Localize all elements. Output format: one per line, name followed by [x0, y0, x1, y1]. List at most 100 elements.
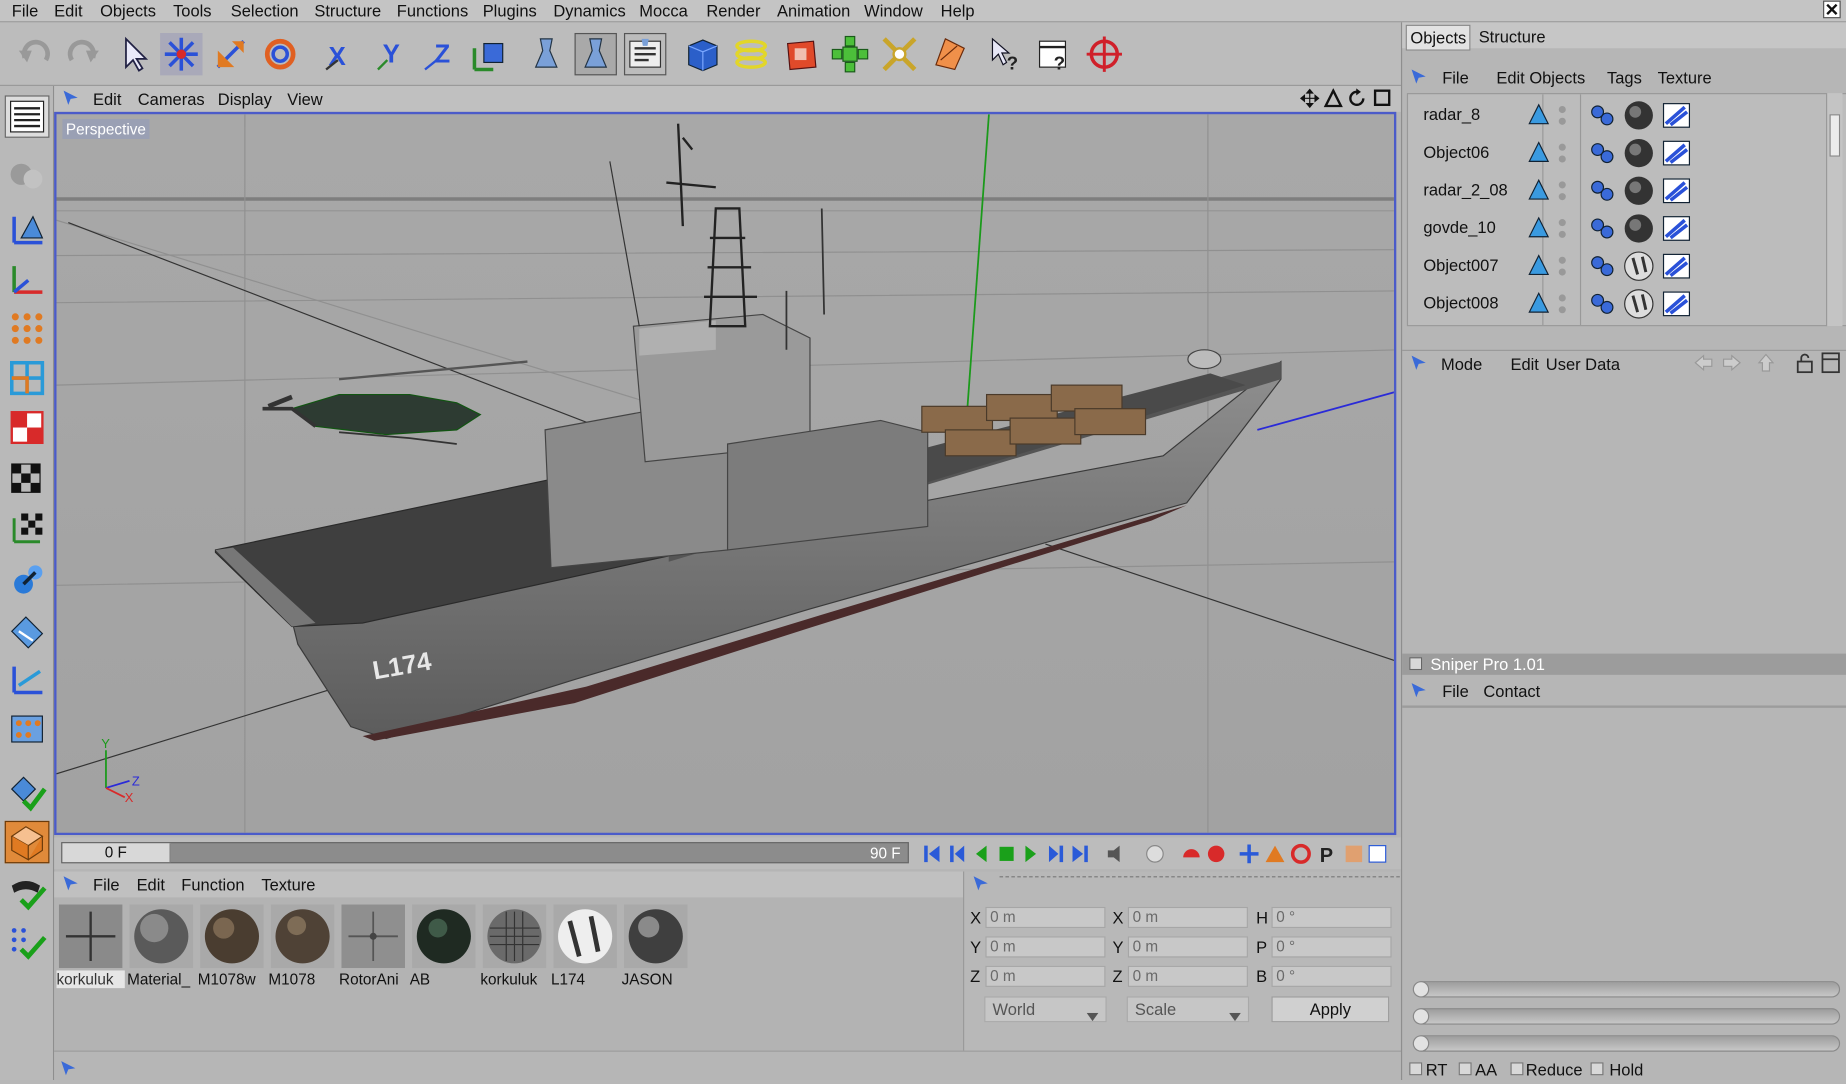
viewport-menu-edit[interactable]: Edit [93, 90, 121, 109]
edit-render-icon[interactable] [4, 820, 50, 864]
axis-tool-icon[interactable] [5, 258, 50, 300]
material-item[interactable]: AB [410, 902, 478, 988]
tab-objects[interactable]: Objects [1405, 24, 1471, 51]
object-row[interactable]: govde_10 [1412, 211, 1836, 246]
render-active-icon[interactable] [574, 32, 617, 76]
rt-checkbox[interactable] [1409, 1062, 1423, 1076]
phong-tag-icon[interactable] [1588, 178, 1616, 210]
material-item[interactable]: RotorAni [339, 902, 407, 988]
object-row[interactable]: Object06 [1412, 135, 1836, 170]
timeline-track[interactable]: 0 F 90 F [61, 842, 909, 864]
environment-icon[interactable] [928, 33, 970, 75]
go-start-icon[interactable] [924, 845, 940, 863]
aa-checkbox[interactable] [1458, 1062, 1472, 1076]
new-panel-icon[interactable] [1821, 352, 1840, 377]
object-name[interactable]: radar_2_08 [1423, 180, 1507, 199]
phong-tag-icon[interactable] [1588, 102, 1616, 134]
texture-tag-icon[interactable] [1661, 175, 1692, 212]
attributes-menu-edit[interactable]: Edit [1510, 355, 1538, 374]
phong-tag-icon[interactable] [1588, 216, 1616, 248]
array-icon[interactable] [829, 33, 871, 75]
visibility-dots-icon[interactable] [1558, 105, 1567, 132]
slider-knob[interactable] [1412, 981, 1430, 998]
record-icon[interactable] [1146, 845, 1164, 863]
viewport-menu-cameras[interactable]: Cameras [138, 90, 205, 109]
joint-tool-icon[interactable] [5, 559, 50, 601]
plugin-pin-icon[interactable] [1409, 681, 1428, 703]
menu-animation[interactable]: Animation [777, 1, 850, 20]
plugin-menu-file[interactable]: File [1442, 682, 1469, 701]
visibility-dots-icon[interactable] [1558, 256, 1567, 283]
viewport-pin-icon[interactable] [61, 88, 80, 110]
plugin-checkbox[interactable] [1409, 657, 1423, 671]
size-z-field[interactable]: 0 m [1127, 965, 1248, 987]
material-tag-icon[interactable] [1623, 251, 1654, 288]
phong-tag-icon[interactable] [1588, 291, 1616, 323]
material-item[interactable]: JASON [622, 902, 690, 988]
deformer-icon[interactable] [878, 33, 920, 75]
play-reverse-icon[interactable] [975, 845, 987, 863]
menu-window[interactable]: Window [864, 1, 923, 20]
size-x-field[interactable]: 0 m [1127, 906, 1248, 929]
help-window-icon[interactable]: ? [1034, 33, 1076, 75]
material-tag-icon[interactable] [1623, 289, 1654, 326]
menu-plugins[interactable]: Plugins [483, 1, 537, 20]
material-tag-icon[interactable] [1623, 175, 1654, 212]
attributes-pin-icon[interactable] [1409, 353, 1428, 375]
visibility-dots-icon[interactable] [1558, 293, 1567, 320]
object-name[interactable]: radar_8 [1423, 105, 1480, 124]
nurbs-icon[interactable] [779, 33, 821, 75]
reduce-checkbox[interactable] [1510, 1062, 1524, 1076]
pos-x-field[interactable]: 0 m [985, 906, 1106, 929]
move-tool-icon[interactable] [160, 32, 203, 76]
window-close-icon[interactable] [1822, 0, 1841, 22]
y-axis-lock-icon[interactable]: Y [370, 33, 412, 75]
undo-icon[interactable] [14, 33, 56, 75]
object-name[interactable]: Object008 [1423, 293, 1498, 312]
material-menu-texture[interactable]: Texture [261, 875, 315, 894]
object-row[interactable]: Object008 [1412, 286, 1836, 321]
arrow-up-icon[interactable] [1757, 353, 1775, 375]
visibility-dots-icon[interactable] [1558, 218, 1567, 245]
animation-points-icon[interactable] [5, 708, 50, 750]
coordinate-mode-dropdown[interactable]: World [984, 996, 1107, 1023]
key-record-icon[interactable] [1207, 845, 1225, 863]
size-mode-dropdown[interactable]: Scale [1126, 996, 1250, 1023]
render-settings-icon[interactable] [623, 32, 667, 76]
viewport-zoom-icon[interactable] [1323, 88, 1343, 112]
menu-selection[interactable]: Selection [231, 1, 299, 20]
size-y-field[interactable]: 0 m [1127, 936, 1248, 958]
material-item[interactable]: L174 [551, 902, 619, 988]
object-name[interactable]: Object007 [1423, 256, 1498, 275]
arrow-right-icon[interactable] [1722, 354, 1741, 375]
key-param-icon[interactable]: P [1320, 845, 1333, 867]
go-end-icon[interactable] [1072, 845, 1088, 863]
rot-b-field[interactable]: 0 ° [1271, 965, 1392, 987]
prev-key-icon[interactable] [950, 845, 965, 863]
texture-tag-icon[interactable] [1661, 213, 1692, 250]
material-menu-file[interactable]: File [93, 875, 120, 894]
play-icon[interactable] [1025, 845, 1037, 863]
points-mode-icon[interactable] [5, 307, 50, 349]
material-item[interactable]: M1078w [198, 902, 266, 988]
texture-tag-icon[interactable] [1661, 289, 1692, 326]
camera-label[interactable]: Perspective [62, 118, 150, 139]
scale-tool-icon[interactable] [210, 33, 252, 75]
material-item[interactable]: korkuluk [56, 902, 125, 989]
menu-structure[interactable]: Structure [314, 1, 381, 20]
visibility-dots-icon[interactable] [1558, 180, 1567, 207]
help-cursor-icon[interactable]: ? [984, 33, 1026, 75]
menu-edit[interactable]: Edit [54, 1, 82, 20]
lock-icon[interactable] [1795, 352, 1814, 377]
object-row[interactable]: Object007 [1412, 249, 1836, 284]
material-tag-icon[interactable] [1623, 100, 1654, 137]
menu-render[interactable]: Render [706, 1, 760, 20]
key-scale-icon[interactable] [1265, 845, 1285, 863]
sound-icon[interactable] [1107, 845, 1120, 863]
key-position-icon[interactable] [1239, 844, 1259, 864]
material-item[interactable]: korkuluk [480, 902, 548, 988]
phong-tag-icon[interactable] [1588, 140, 1616, 172]
tab-structure[interactable]: Structure [1475, 25, 1549, 49]
edges-mode-icon[interactable] [5, 357, 50, 399]
attributes-menu-user-data[interactable]: User Data [1546, 355, 1620, 374]
